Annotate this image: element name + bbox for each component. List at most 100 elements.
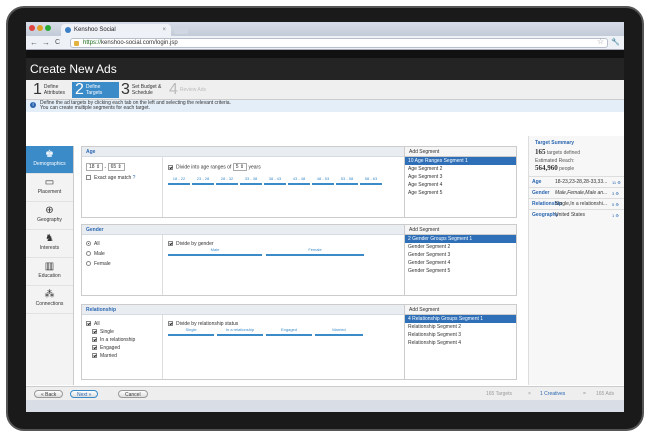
segment-item[interactable]: 4 Relationship Groups Segment 1 xyxy=(405,315,516,323)
segment-item[interactable]: 2 Gender Groups Segment 1 xyxy=(405,235,516,243)
interests-icon: ♞ xyxy=(45,233,54,244)
globe-icon: ⊕ xyxy=(45,205,54,216)
back-arrow-icon[interactable]: ← xyxy=(30,38,38,47)
checkbox-icon xyxy=(92,337,97,343)
sidebar-item-label: Education xyxy=(38,273,61,279)
summary-count[interactable]: 5 ⚙ xyxy=(612,202,624,207)
gender-option-all[interactable]: All xyxy=(86,241,100,247)
browser-tab[interactable]: Kenshoo Social × xyxy=(61,24,171,36)
age-dash: - xyxy=(104,164,107,171)
sidebar-item-interests[interactable]: ♞ Interests xyxy=(26,230,73,258)
segment-item[interactable]: Age Segment 5 xyxy=(405,189,516,197)
step-1[interactable]: 1 Define Attributes xyxy=(30,81,77,98)
gender-column-male: Male xyxy=(210,247,220,252)
step-4: 4 Review Ads xyxy=(166,81,213,98)
targets-total: 165 Targets xyxy=(486,391,513,397)
age-to-select[interactable]: 65 ⇕ xyxy=(107,163,125,171)
next-button[interactable]: Next » xyxy=(70,390,99,398)
lock-icon xyxy=(74,41,79,46)
age-range-label: 38 - 43 xyxy=(268,176,282,181)
sidebar-item-demographics[interactable]: ♚ Demographics xyxy=(26,146,73,174)
summary-key: Age xyxy=(532,179,542,185)
relationship-option-single[interactable]: Single xyxy=(92,329,114,335)
equals-sign: = xyxy=(583,391,586,397)
segment-item[interactable]: 10 Age Ranges Segment 1 xyxy=(405,157,516,165)
sidebar-item-geography[interactable]: ⊕ Geography xyxy=(26,202,73,230)
step-2[interactable]: 2 Define Targets xyxy=(72,81,119,98)
sidebar-item-education[interactable]: ▥ Education xyxy=(26,258,73,286)
gender-option-label: Male xyxy=(94,251,105,257)
add-segment-button[interactable]: Add Segment xyxy=(405,225,516,235)
relationship-option-married[interactable]: Married xyxy=(92,353,117,359)
age-range-size-value: 5 xyxy=(235,164,239,170)
cancel-button[interactable]: Cancel xyxy=(118,390,148,398)
column-divider xyxy=(162,157,163,217)
relationship-option-label: Engaged xyxy=(100,345,121,351)
segment-item[interactable]: Gender Segment 2 xyxy=(405,243,516,251)
relationship-option-relationship[interactable]: In a relationship xyxy=(92,337,135,343)
summary-count[interactable]: 3 ⚙ xyxy=(612,191,624,196)
divide-age-checkbox[interactable] xyxy=(168,164,173,170)
radio-icon xyxy=(86,261,91,267)
creatives-link[interactable]: 1 Creatives xyxy=(536,388,569,400)
step-label: Define Targets xyxy=(85,84,103,96)
summary-count-value: 5 xyxy=(612,201,615,207)
summary-count-value: 11 xyxy=(612,179,617,185)
age-range-bar xyxy=(216,183,238,185)
help-icon[interactable]: ? xyxy=(133,175,136,181)
segment-item[interactable]: Relationship Segment 4 xyxy=(405,339,516,347)
sidebar-item-placement[interactable]: ▭ Placement xyxy=(26,174,73,202)
summary-count[interactable]: 1 ⚙ xyxy=(612,213,624,218)
step-3[interactable]: 3 Set Budget & Schedule xyxy=(118,81,165,98)
summary-count[interactable]: 11 ⚙ xyxy=(612,180,624,185)
relationship-card: Relationship All Single In a relationshi… xyxy=(81,304,517,380)
divide-relationship-checkbox[interactable] xyxy=(168,321,173,327)
step-number: 3 xyxy=(121,81,130,98)
age-range-bar xyxy=(240,183,262,185)
connections-icon: ⁂ xyxy=(44,289,55,300)
age-to-value: 65 xyxy=(110,164,117,170)
info-banner: i Define the ad targets by clicking each… xyxy=(26,100,624,112)
maximize-window-button[interactable] xyxy=(45,25,51,31)
person-icon: ♚ xyxy=(45,149,54,160)
segment-item[interactable]: Gender Segment 3 xyxy=(405,251,516,259)
segment-item[interactable]: Relationship Segment 3 xyxy=(405,331,516,339)
step-label: Review Ads xyxy=(179,87,207,93)
browser-window: Kenshoo Social × ← → C https://kenshoo-s… xyxy=(26,22,624,412)
bookmark-star-icon[interactable]: ☆ xyxy=(597,37,604,46)
gender-option-female[interactable]: Female xyxy=(86,261,111,267)
close-window-button[interactable] xyxy=(29,25,35,31)
relationship-option-all[interactable]: All xyxy=(86,321,100,327)
sidebar-item-connections[interactable]: ⁂ Connections xyxy=(26,286,73,314)
segment-item[interactable]: Age Segment 3 xyxy=(405,173,516,181)
segment-item[interactable]: Age Segment 4 xyxy=(405,181,516,189)
tab-close-icon[interactable]: × xyxy=(162,27,166,33)
segment-item[interactable]: Gender Segment 5 xyxy=(405,267,516,275)
reach-count: 564,960 xyxy=(535,164,558,172)
checkbox-icon xyxy=(92,329,97,335)
relationship-option-engaged[interactable]: Engaged xyxy=(92,345,120,351)
step-number: 1 xyxy=(33,81,42,98)
add-segment-button[interactable]: Add Segment xyxy=(405,147,516,157)
sidebar-item-label: Geography xyxy=(37,217,62,223)
segment-item[interactable]: Age Segment 2 xyxy=(405,165,516,173)
summary-row-age: Age 18-23,23-28,28-33,33... 11 ⚙ xyxy=(529,176,624,187)
url-field[interactable]: https://kenshoo-social.com/login.jsp xyxy=(70,38,608,48)
wrench-icon[interactable]: 🔧 xyxy=(611,38,620,46)
sidebar-item-label: Placement xyxy=(37,189,62,195)
forward-arrow-icon[interactable]: → xyxy=(42,38,50,47)
reload-icon[interactable]: C xyxy=(55,39,60,46)
divide-gender-checkbox[interactable] xyxy=(168,241,173,247)
segment-item[interactable]: Relationship Segment 2 xyxy=(405,323,516,331)
targets-count: 165 xyxy=(535,148,546,156)
age-from-select[interactable]: 18 ⇕ xyxy=(86,163,104,171)
segment-item[interactable]: Gender Segment 4 xyxy=(405,259,516,267)
step-label: Set Budget & Schedule xyxy=(131,84,162,96)
new-tab-button[interactable] xyxy=(174,26,188,34)
exact-age-checkbox[interactable] xyxy=(86,175,91,181)
back-button[interactable]: « Back xyxy=(34,390,64,398)
gender-option-male[interactable]: Male xyxy=(86,251,105,257)
add-segment-button[interactable]: Add Segment xyxy=(405,305,516,315)
minimize-window-button[interactable] xyxy=(37,25,43,31)
age-range-size-select[interactable]: 5 ⇕ xyxy=(232,163,248,171)
